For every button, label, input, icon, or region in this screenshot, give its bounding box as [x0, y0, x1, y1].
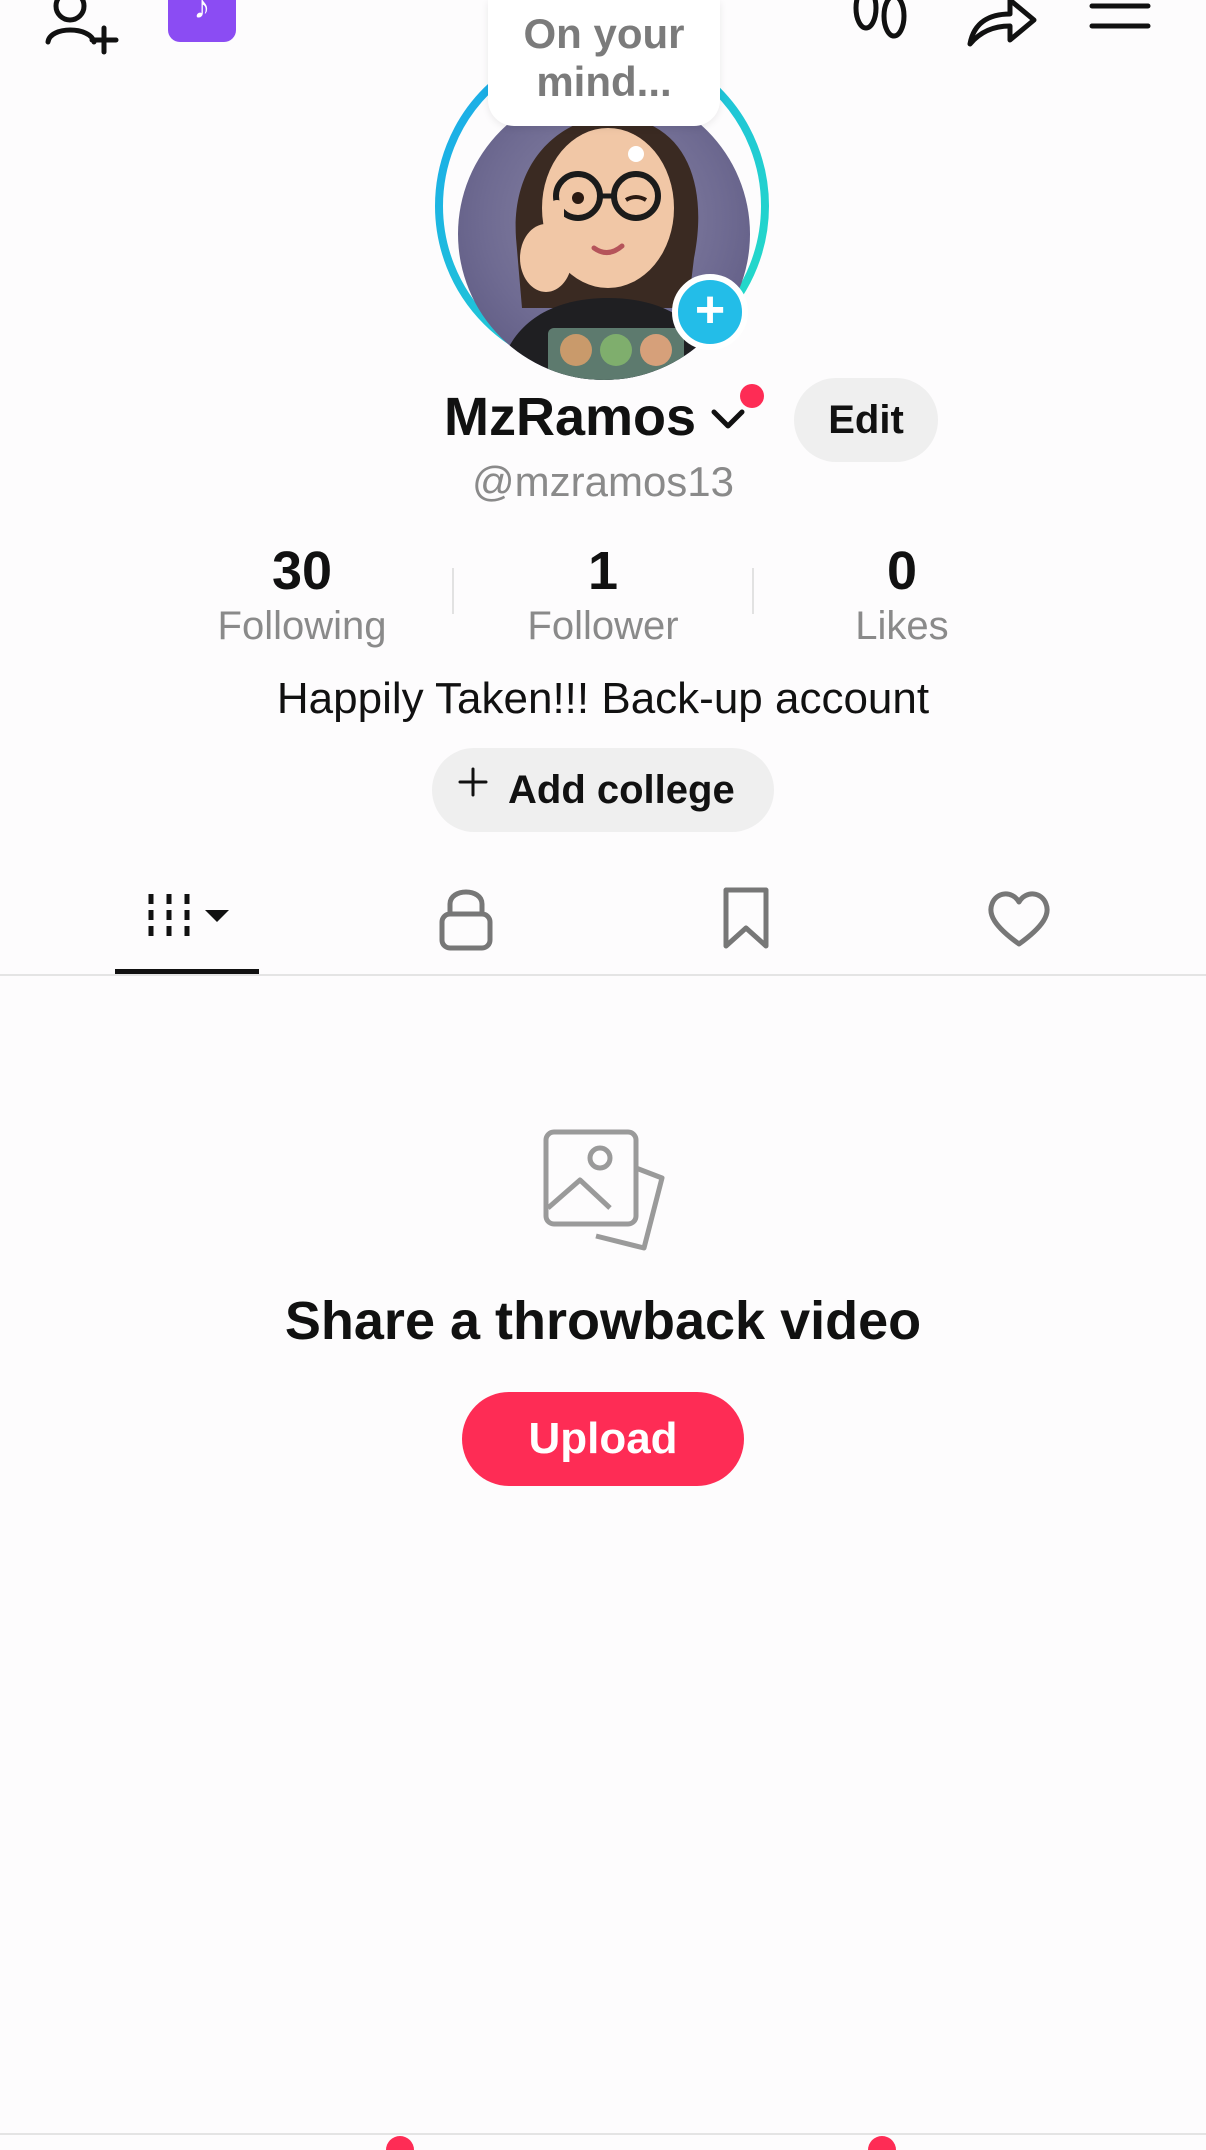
nav-indicator-dot — [386, 2136, 414, 2150]
stat-label: Likes — [855, 604, 949, 648]
chevron-down-icon[interactable] — [708, 402, 748, 436]
stat-value: 0 — [886, 541, 918, 601]
nav-indicator-dot — [868, 2136, 896, 2150]
add-friend-icon[interactable] — [40, 0, 130, 58]
stat-divider — [752, 568, 754, 614]
photos-icon — [540, 1128, 668, 1256]
tabs-divider — [0, 974, 1206, 976]
tab-liked[interactable] — [972, 874, 1072, 974]
heart-icon — [984, 886, 1054, 955]
edit-profile-button[interactable]: Edit — [794, 378, 938, 462]
username-handle: @mzramos13 — [471, 458, 735, 505]
tab-videos[interactable] — [115, 874, 259, 974]
footprints-icon[interactable] — [846, 0, 916, 50]
upload-button[interactable]: Upload — [462, 1392, 744, 1486]
tab-private[interactable] — [414, 874, 514, 974]
lock-icon — [436, 884, 496, 959]
thought-bubble-dot — [628, 146, 644, 162]
stat-value: 1 — [587, 541, 619, 601]
share-icon[interactable] — [960, 0, 1040, 52]
tab-saved[interactable] — [694, 874, 794, 974]
display-name[interactable]: MzRamos — [444, 386, 696, 448]
plus-icon — [458, 762, 488, 797]
stat-value: 30 — [271, 541, 333, 601]
thought-bubble-text: On your mind... — [523, 10, 685, 105]
grid-bars-icon — [145, 888, 245, 953]
tiktok-promo-badge[interactable]: ♪ — [168, 0, 236, 42]
stat-likes[interactable]: 0 Likes — [782, 540, 1022, 650]
stat-divider — [452, 568, 454, 614]
music-note-icon: ♪ — [193, 0, 211, 26]
menu-icon[interactable] — [1088, 0, 1152, 46]
add-story-button[interactable]: + — [672, 274, 748, 350]
add-college-button[interactable]: Add college — [432, 748, 774, 832]
stat-followers[interactable]: 1 Follower — [483, 540, 723, 650]
stat-label: Follower — [527, 604, 679, 648]
empty-state-title: Share a throwback video — [284, 1291, 922, 1351]
plus-icon: + — [694, 281, 726, 339]
stat-label: Following — [217, 604, 387, 648]
thought-bubble[interactable]: On your mind... — [488, 0, 720, 126]
bottom-nav-divider — [0, 2133, 1206, 2135]
notification-dot — [740, 384, 764, 408]
bookmark-icon — [716, 884, 776, 959]
profile-bio: Happily Taken!!! Back-up account — [276, 674, 930, 723]
add-college-label: Add college — [508, 768, 735, 812]
stat-following[interactable]: 30 Following — [182, 540, 422, 650]
